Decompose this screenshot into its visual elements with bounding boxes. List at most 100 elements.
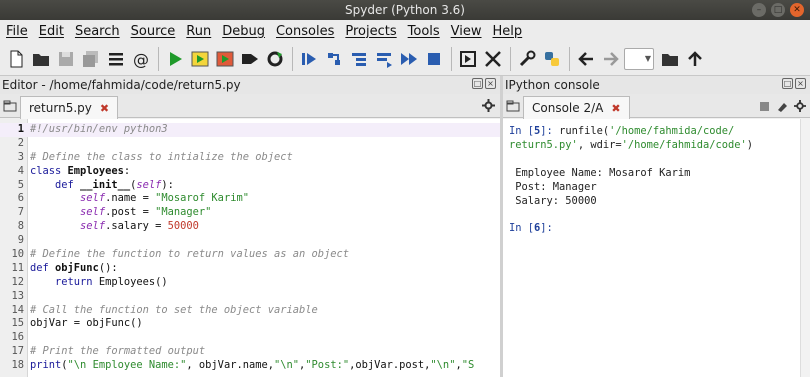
list-icon[interactable] [104, 47, 127, 71]
debug-icon[interactable] [297, 47, 320, 71]
code-token: "\n Employee Name:" [67, 359, 187, 372]
run-selection-icon[interactable] [238, 47, 261, 71]
preferences-icon[interactable] [515, 47, 538, 71]
run-cell-icon[interactable] [188, 47, 211, 71]
undock-icon[interactable]: □ [782, 78, 793, 89]
editor-pane-title: Editor - /home/fahmida/code/return5.py [2, 78, 241, 92]
code-line[interactable]: 5 def __init__(self): [0, 179, 500, 193]
code-line[interactable]: 1 #!/usr/bin/env python3 [0, 123, 500, 137]
code-text: return Employees() [26, 276, 168, 290]
fullscreen-icon[interactable] [481, 47, 504, 71]
code-line[interactable]: 3 # Define the class to intialize the obj… [0, 151, 500, 165]
line-number: 1 [17, 123, 24, 135]
line-number: 13 [11, 289, 24, 302]
console-scrollbar[interactable] [800, 119, 810, 377]
tab-return5[interactable]: return5.py ✖ [20, 96, 119, 119]
line-number: 12 [11, 275, 24, 288]
eraser-icon[interactable] [776, 101, 788, 112]
menu-search[interactable]: Search [75, 24, 120, 39]
python-path-icon[interactable] [540, 47, 563, 71]
editor-pane-controls: □ × [472, 78, 496, 89]
pane-close-icon[interactable]: × [795, 78, 806, 89]
menu-help[interactable]: Help [493, 24, 523, 39]
code-token: "S [461, 359, 475, 372]
run-cell-advance-icon[interactable] [213, 47, 236, 71]
code-line[interactable]: 18 print("\n Employee Name:", objVar.name… [0, 359, 500, 373]
working-dir-combo[interactable]: ▼ [624, 47, 654, 70]
menu-tools[interactable]: Tools [408, 24, 440, 39]
menu-debug[interactable]: Debug [222, 24, 265, 39]
step-return-icon[interactable] [372, 47, 395, 71]
code-line[interactable]: 8 self.salary = 50000 [0, 220, 500, 234]
code-line[interactable]: 16 [0, 331, 500, 345]
menu-projects[interactable]: Projects [345, 24, 396, 39]
code-token: def [30, 261, 56, 274]
gear-icon[interactable] [794, 100, 806, 112]
menu-view[interactable]: View [451, 24, 482, 39]
code-line[interactable]: 17 # Print the formatted output [0, 345, 500, 359]
gear-icon[interactable] [482, 99, 495, 112]
close-icon[interactable]: ✕ [790, 3, 804, 17]
line-number: 14 [11, 303, 24, 316]
undock-icon[interactable]: □ [472, 78, 483, 89]
menu-edit[interactable]: Edit [39, 24, 64, 39]
browse-tabs-icon[interactable] [3, 100, 17, 112]
up-dir-icon[interactable] [683, 47, 706, 71]
code-editor[interactable]: 1 #!/usr/bin/env python3 2 3 # Define the cl… [0, 119, 500, 377]
code-line[interactable]: 13 [0, 290, 500, 304]
line-number: 10 [11, 248, 24, 261]
code-token: "Mosarof Karim" [155, 192, 249, 205]
rerun-icon[interactable] [263, 47, 286, 71]
browse-tabs-icon[interactable] [506, 100, 520, 112]
maximize-pane-icon[interactable] [456, 47, 479, 71]
working-dir-icon[interactable] [658, 47, 681, 71]
code-token: #!/usr/bin/env python3 [30, 123, 168, 135]
console-input-6: In [6]: [509, 222, 560, 235]
code-line[interactable]: 12 return Employees() [0, 276, 500, 290]
code-line[interactable]: 7 self.post = "Manager" [0, 206, 500, 220]
code-line[interactable]: 2 [0, 137, 500, 151]
menu-file[interactable]: File [6, 24, 28, 39]
code-line[interactable]: 10 # Define the function to return values… [0, 248, 500, 262]
save-all-icon[interactable] [79, 47, 102, 71]
menu-run[interactable]: Run [186, 24, 211, 39]
menu-consoles[interactable]: Consoles [276, 24, 334, 39]
code-line[interactable]: 15 objVar = objFunc() [0, 317, 500, 331]
tab-close-icon[interactable]: ✖ [100, 98, 109, 119]
code-line[interactable]: 6 self.name = "Mosarof Karim" [0, 192, 500, 206]
code-token: .post = [105, 206, 156, 219]
code-line[interactable]: 4 class Employees: [0, 165, 500, 179]
stop-icon[interactable] [422, 47, 445, 71]
tab-console[interactable]: Console 2/A ✖ [523, 96, 630, 119]
maximize-icon[interactable]: □ [771, 3, 785, 17]
continue-icon[interactable] [397, 47, 420, 71]
run-icon[interactable] [163, 47, 186, 71]
back-icon[interactable] [574, 47, 597, 71]
code-text: self.salary = 50000 [26, 220, 199, 234]
code-line[interactable]: 9 [0, 234, 500, 248]
step-into-icon[interactable] [347, 47, 370, 71]
step-icon[interactable] [322, 47, 345, 71]
code-line[interactable]: 14 # Call the function to set the object … [0, 304, 500, 318]
minimize-icon[interactable]: – [752, 3, 766, 17]
console-input-5-cont: return5.py', wdir='/home/fahmida/code') [509, 138, 754, 151]
at-icon[interactable]: @ [129, 47, 152, 71]
new-file-icon[interactable] [4, 47, 27, 71]
menu-source[interactable]: Source [131, 24, 176, 39]
tab-close-icon[interactable]: ✖ [611, 98, 620, 119]
code-token: # Call the function to set the object va… [30, 303, 318, 316]
stop-icon[interactable] [759, 101, 770, 112]
console-output[interactable]: In [5]: runfile('/home/fahmida/code/retu… [503, 119, 810, 377]
code-line[interactable]: 11 def objFunc(): [0, 262, 500, 276]
code-token: __init__ [80, 178, 131, 191]
code-token: ,objVar.post, [349, 359, 431, 372]
save-icon[interactable] [54, 47, 77, 71]
open-file-icon[interactable] [29, 47, 52, 71]
forward-icon[interactable] [599, 47, 622, 71]
code-token: , objVar.name, [186, 359, 274, 372]
code-token: return [30, 275, 99, 288]
window-title: Spyder (Python 3.6) [345, 3, 465, 17]
pane-close-icon[interactable]: × [485, 78, 496, 89]
